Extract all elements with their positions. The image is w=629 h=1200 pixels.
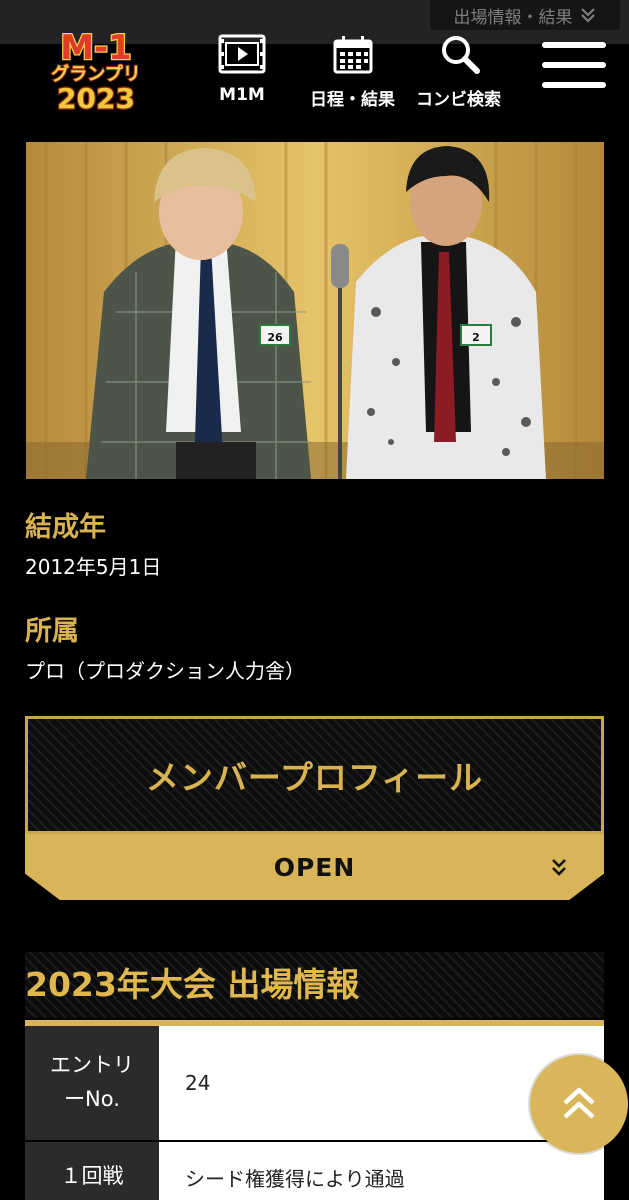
search-icon	[441, 36, 480, 74]
profile-open-button[interactable]: OPEN	[25, 834, 604, 900]
agency-value: プロ（プロダクション人力舎）	[25, 659, 305, 683]
entry-number-header-line1: エントリ	[50, 1053, 134, 1078]
member-profile-panel[interactable]: メンバープロフィール OPEN	[25, 716, 604, 902]
double-chevron-down-icon	[580, 8, 595, 23]
round1-header-label: １回戦	[60, 1164, 124, 1189]
open-label: OPEN	[273, 852, 356, 882]
calendar-icon	[333, 36, 372, 74]
film-play-icon	[218, 34, 266, 74]
member-profile-title: メンバープロフィール	[25, 716, 604, 834]
m1-grandprix-logo[interactable]: M-1 グランプリ 2023	[28, 28, 164, 114]
round1-header: １回戦	[25, 1142, 159, 1200]
nav-search-label: コンビ検索	[416, 90, 501, 110]
logo-line3: 2023	[57, 82, 135, 114]
table-row: １回戦 シード権獲得により通過	[25, 1142, 604, 1200]
formed-year-value: 2012年5月1日	[25, 555, 162, 579]
entry-number-header-line2: ーNo.	[64, 1087, 120, 1111]
nav-combi-search[interactable]: コンビ検索	[416, 34, 501, 110]
results-tab[interactable]: 出場情報・結果	[430, 0, 620, 30]
double-chevron-down-icon	[552, 859, 566, 876]
entry-number-header: エントリ ーNo.	[25, 1026, 159, 1140]
badge-right-number: 2	[472, 331, 480, 344]
nav-m1m-label: M1M	[219, 85, 265, 105]
entry-section-title: 2023年大会 出場情報	[25, 965, 360, 1004]
results-tab-label: 出場情報・結果	[453, 7, 573, 28]
nav-schedule-label: 日程・結果	[310, 90, 395, 110]
hamburger-menu-icon[interactable]	[542, 42, 606, 90]
agency-label: 所属	[25, 616, 79, 647]
entry-info-table: エントリ ーNo. 24 １回戦 シード権獲得により通過	[25, 1020, 604, 1200]
formed-year-label: 結成年	[25, 512, 106, 543]
scroll-to-top-button[interactable]	[530, 1055, 628, 1153]
double-chevron-up-icon	[563, 1087, 595, 1119]
nav-schedule-results[interactable]: 日程・結果	[310, 34, 395, 110]
table-row: エントリ ーNo. 24	[25, 1026, 604, 1140]
badge-left-number: 26	[267, 331, 283, 344]
hero-photo: 26 2	[26, 142, 604, 479]
logo-line1: M-1	[60, 28, 132, 68]
nav-m1m[interactable]: M1M	[218, 34, 266, 105]
round1-value: シード権獲得により通過	[159, 1142, 604, 1200]
